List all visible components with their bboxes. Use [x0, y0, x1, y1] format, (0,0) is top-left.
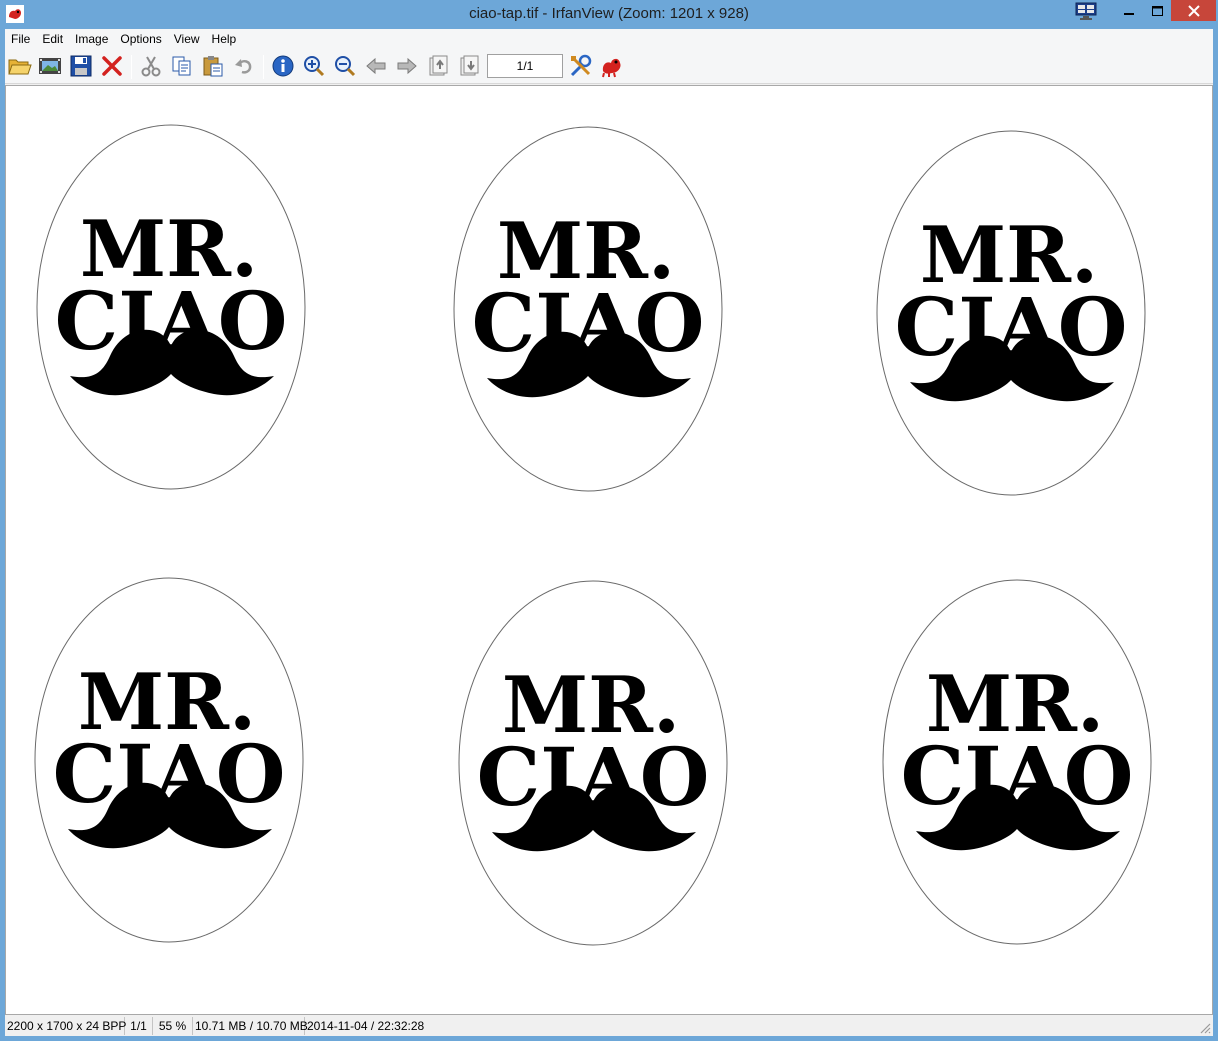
- sticker-oval: MR. CIAO: [876, 130, 1146, 496]
- minimize-button[interactable]: [1115, 0, 1143, 21]
- client-area: File Edit Image Options View Help 1/1 MR…: [5, 29, 1213, 1036]
- delete-icon: [102, 56, 122, 76]
- cut-button[interactable]: [138, 53, 164, 79]
- settings-icon: [570, 54, 592, 77]
- delete-button[interactable]: [99, 53, 125, 79]
- irfanview-logo-icon: [602, 58, 621, 78]
- sticker-oval: MR. CIAO: [36, 124, 306, 490]
- status-dimensions: 2200 x 1700 x 24 BPP: [7, 1017, 127, 1035]
- zoom-out-icon: [335, 56, 356, 77]
- irfanview-window: ciao-tap.tif - IrfanView (Zoom: 1201 x 9…: [0, 0, 1218, 1041]
- zoom-in-icon: [304, 56, 325, 77]
- info-icon: [272, 55, 294, 77]
- maximize-icon: [1151, 5, 1163, 16]
- slideshow-icon: [39, 58, 61, 74]
- status-bar: 2200 x 1700 x 24 BPP 1/1 55 % 10.71 MB /…: [5, 1016, 1213, 1036]
- maximize-button[interactable]: [1143, 0, 1171, 21]
- zoom-out-button[interactable]: [332, 53, 358, 79]
- close-button[interactable]: [1171, 0, 1216, 21]
- menu-help[interactable]: Help: [206, 29, 243, 49]
- sticker: MR. CIAO: [876, 130, 1148, 503]
- sticker-oval: MR. CIAO: [34, 577, 304, 943]
- toolbar-separator: [131, 55, 132, 79]
- undo-icon: [235, 59, 252, 74]
- status-file-size: 10.71 MB / 10.70 MB: [195, 1017, 308, 1035]
- open-button[interactable]: [7, 53, 33, 79]
- menu-edit[interactable]: Edit: [36, 29, 69, 49]
- toolbar-separator: [263, 55, 264, 79]
- info-button[interactable]: [270, 53, 296, 79]
- first-page-button[interactable]: [425, 53, 451, 79]
- menu-image[interactable]: Image: [69, 29, 114, 49]
- next-icon: [397, 57, 417, 75]
- open-folder-icon: [8, 59, 32, 75]
- menu-bar: File Edit Image Options View Help: [5, 29, 1213, 49]
- paste-icon: [203, 56, 223, 77]
- previous-icon: [366, 57, 386, 75]
- sticker-oval: MR. CIAO: [458, 580, 728, 946]
- paste-button[interactable]: [200, 53, 226, 79]
- image-canvas[interactable]: MR. CIAO MR. CIAO MR. CIAO MR. CIAO MR. …: [5, 85, 1213, 1015]
- next-page-button[interactable]: [456, 53, 482, 79]
- sticker: MR. CIAO: [882, 579, 1154, 952]
- about-button[interactable]: [599, 53, 625, 79]
- status-page: 1/1: [125, 1017, 153, 1035]
- window-title: ciao-tap.tif - IrfanView (Zoom: 1201 x 9…: [469, 5, 749, 22]
- first-page-icon: [429, 55, 448, 76]
- sticker-oval: MR. CIAO: [882, 579, 1152, 945]
- zoom-in-button[interactable]: [301, 53, 327, 79]
- menu-file[interactable]: File: [5, 29, 36, 49]
- copy-icon: [172, 56, 191, 76]
- status-zoom: 55 %: [153, 1017, 193, 1035]
- cut-icon: [141, 56, 161, 77]
- page-number-field[interactable]: 1/1: [487, 54, 563, 78]
- copy-button[interactable]: [169, 53, 195, 79]
- monitor-icon: [1075, 2, 1097, 20]
- sticker-oval: MR. CIAO: [453, 126, 723, 492]
- sticker: MR. CIAO: [36, 124, 308, 497]
- menu-options[interactable]: Options: [114, 29, 167, 49]
- sticker: MR. CIAO: [34, 577, 306, 950]
- next-button[interactable]: [394, 53, 420, 79]
- close-icon: [1187, 4, 1200, 17]
- sticker: MR. CIAO: [458, 580, 730, 953]
- taskview-button[interactable]: [1073, 0, 1099, 21]
- minimize-icon: [1124, 12, 1134, 15]
- menu-view[interactable]: View: [168, 29, 206, 49]
- save-icon: [70, 55, 92, 77]
- save-button[interactable]: [68, 53, 94, 79]
- resize-grip-icon[interactable]: [1199, 1022, 1211, 1034]
- title-bar[interactable]: ciao-tap.tif - IrfanView (Zoom: 1201 x 9…: [0, 0, 1218, 29]
- previous-button[interactable]: [363, 53, 389, 79]
- settings-button[interactable]: [568, 53, 594, 79]
- toolbar: 1/1: [5, 49, 1213, 84]
- undo-button[interactable]: [231, 53, 257, 79]
- next-page-icon: [460, 55, 479, 76]
- slideshow-button[interactable]: [37, 53, 63, 79]
- status-datetime: 2014-11-04 / 22:32:28: [307, 1019, 425, 1033]
- sticker: MR. CIAO: [453, 126, 725, 499]
